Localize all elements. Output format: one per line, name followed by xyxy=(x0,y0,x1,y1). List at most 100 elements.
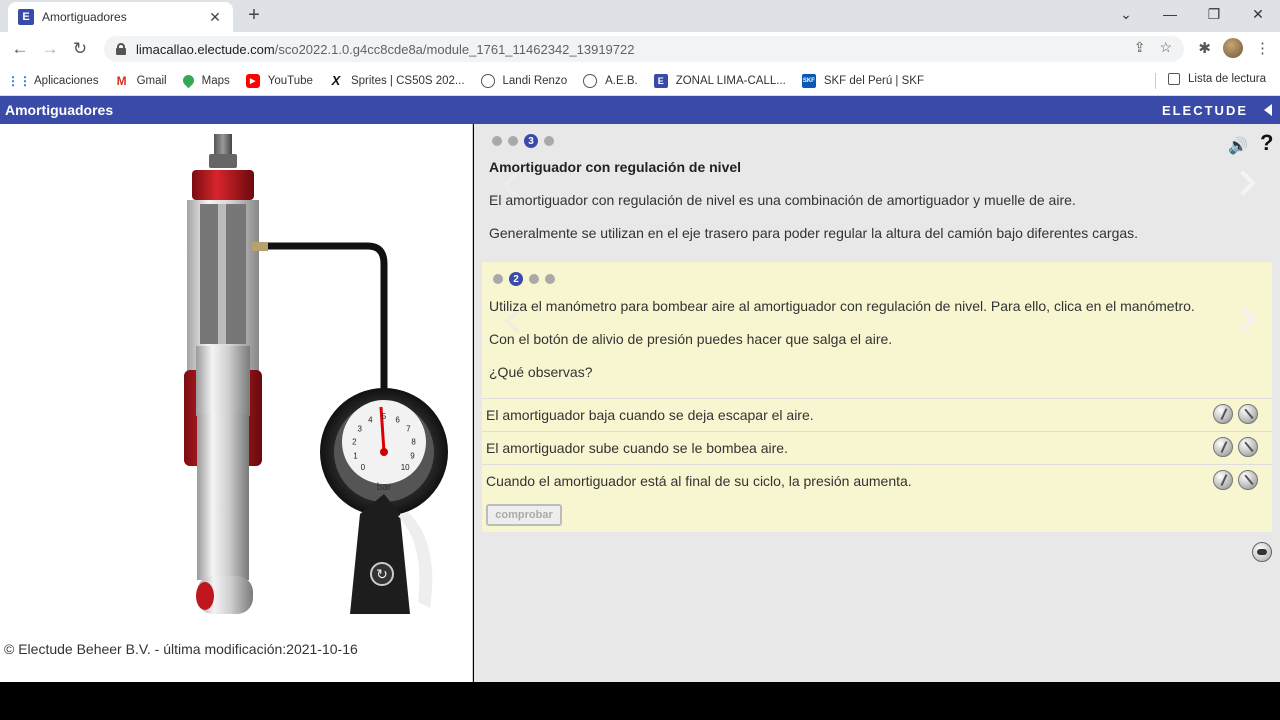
check-button[interactable]: comprobar xyxy=(486,504,562,526)
reading-list-label: Lista de lectura xyxy=(1188,73,1266,85)
answer-option: El amortiguador sube cuando se le bombea… xyxy=(482,431,1272,463)
lock-icon[interactable] xyxy=(116,43,126,55)
page-dot-current[interactable]: 2 xyxy=(509,272,523,286)
page-dot[interactable] xyxy=(545,274,555,284)
gauge-tick-label: 0 xyxy=(361,463,366,472)
lesson-pane: 3 🔊 ? Amortiguador con regulación de niv… xyxy=(474,124,1280,682)
true-choice-icon[interactable] xyxy=(1213,404,1233,424)
bookmark-label: Sprites | CS50S 202... xyxy=(350,74,465,87)
x-logo-icon: X xyxy=(331,73,341,88)
bookmark-label: SKF del Perú | SKF xyxy=(823,74,924,87)
browser-menu-icon[interactable]: ⋮ xyxy=(1255,39,1270,57)
svg-text:↻: ↻ xyxy=(376,567,388,583)
gauge-tick-label: 6 xyxy=(395,415,400,424)
gmail-icon: M xyxy=(116,73,127,88)
close-tab-icon[interactable]: ✕ xyxy=(207,9,223,26)
page-dot[interactable] xyxy=(493,274,503,284)
bookmark-label: Landi Renzo xyxy=(502,74,568,87)
address-bar[interactable]: limacallao.electude.com/sco2022.1.0.g4cc… xyxy=(104,36,1184,62)
page-dot[interactable] xyxy=(529,274,539,284)
bookmark-sprites[interactable]: X Sprites | CS50S 202... xyxy=(329,73,465,88)
reload-button[interactable]: ↻ xyxy=(69,39,91,59)
window-controls: ⌄ — ❐ ✕ xyxy=(1104,0,1280,30)
electude-favicon-icon: E xyxy=(18,9,34,25)
browser-tabstrip: E Amortiguadores ✕ + ⌄ — ❐ ✕ xyxy=(0,0,1280,32)
speaker-icon[interactable]: 🔊 xyxy=(1228,136,1248,156)
bookmark-label: Aplicaciones xyxy=(34,74,99,87)
close-window-button[interactable]: ✕ xyxy=(1236,0,1280,30)
shock-absorber-simulation: ↻ bar 01 234 5 678 910 xyxy=(184,134,448,614)
gauge-tick-label: 9 xyxy=(410,451,415,460)
tab-title: Amortiguadores xyxy=(42,10,127,24)
pressure-gauge[interactable]: ↻ xyxy=(320,388,448,614)
restore-button[interactable]: ❐ xyxy=(1192,0,1236,30)
bookmark-label: Maps xyxy=(201,74,230,87)
browser-tab[interactable]: E Amortiguadores ✕ xyxy=(8,2,233,32)
gauge-tick-label: 1 xyxy=(353,451,358,460)
profile-avatar[interactable] xyxy=(1223,38,1243,58)
page-dot[interactable] xyxy=(544,136,554,146)
false-choice-icon[interactable] xyxy=(1238,404,1258,424)
bookmark-zonal[interactable]: E ZONAL LIMA-CALL... xyxy=(653,73,786,88)
task-instruction: Con el botón de alivio de presión puedes… xyxy=(489,331,893,347)
task-pagination: 2 xyxy=(493,272,555,286)
gauge-unit-label: bar xyxy=(377,482,392,493)
true-choice-icon[interactable] xyxy=(1213,437,1233,457)
copyright-footer: © Electude Beheer B.V. - última modifica… xyxy=(4,641,358,657)
page-title: Amortiguadores xyxy=(5,102,114,118)
false-choice-icon[interactable] xyxy=(1238,437,1258,457)
bookmark-landi-renzo[interactable]: Landi Renzo xyxy=(480,73,568,88)
bookmark-gmail[interactable]: M Gmail xyxy=(115,74,167,88)
gauge-tick-label: 7 xyxy=(406,424,411,433)
answer-text: El amortiguador baja cuando se deja esca… xyxy=(486,407,814,423)
tab-search-icon[interactable]: ⌄ xyxy=(1104,0,1148,30)
page-dot[interactable] xyxy=(508,136,518,146)
collapse-arrow-icon[interactable] xyxy=(1264,104,1272,116)
gauge-tick-label: 10 xyxy=(401,463,410,472)
app-header: Amortiguadores ELECTUDE xyxy=(0,96,1280,124)
new-tab-button[interactable]: + xyxy=(243,4,265,26)
bookmark-label: ZONAL LIMA-CALL... xyxy=(675,74,786,87)
bookmark-label: Gmail xyxy=(136,74,167,87)
bookmark-label: A.E.B. xyxy=(605,74,638,87)
globe-icon xyxy=(480,73,495,88)
bookmark-maps[interactable]: Maps xyxy=(180,72,230,89)
answer-option: El amortiguador baja cuando se deja esca… xyxy=(482,398,1272,430)
section-title: Amortiguador con regulación de nivel xyxy=(489,159,742,175)
electude-favicon-icon: E xyxy=(653,73,668,88)
minimize-button[interactable]: — xyxy=(1148,0,1192,30)
reading-list-button[interactable]: Lista de lectura xyxy=(1168,73,1266,85)
globe-icon xyxy=(583,73,598,88)
extensions-icon[interactable]: ✱ xyxy=(1198,39,1211,57)
forward-button[interactable]: → xyxy=(39,39,61,59)
task-question: ¿Qué observas? xyxy=(489,364,593,380)
bookmark-youtube[interactable]: ▶ YouTube xyxy=(245,73,313,88)
bookmark-skf[interactable]: SKF SKF del Perú | SKF xyxy=(801,73,924,88)
bookmark-aeb[interactable]: A.E.B. xyxy=(583,73,638,88)
task-instruction: Utiliza el manómetro para bombear aire a… xyxy=(489,298,1195,314)
gauge-tick-label: 5 xyxy=(382,412,387,421)
url-host: limacallao.electude.com xyxy=(136,41,275,57)
page-dot-current[interactable]: 3 xyxy=(524,134,538,148)
bookmark-apps[interactable]: ⋮⋮ Aplicaciones xyxy=(7,74,99,88)
air-hose xyxy=(262,242,388,394)
share-icon[interactable]: ⇪ xyxy=(1134,39,1146,56)
answer-text: Cuando el amortiguador está al final de … xyxy=(486,473,912,489)
gauge-tick-label: 4 xyxy=(368,415,373,424)
task-next-arrow-icon[interactable] xyxy=(1230,306,1256,332)
task-panel: 2 Utiliza el manómetro para bombear aire… xyxy=(482,262,1272,532)
back-button[interactable]: ← xyxy=(9,39,31,59)
shock-absorber xyxy=(184,134,262,614)
true-choice-icon[interactable] xyxy=(1213,470,1233,490)
info-paragraph: El amortiguador con regulación de nivel … xyxy=(489,192,1076,208)
false-choice-icon[interactable] xyxy=(1238,470,1258,490)
gauge-tick-label: 8 xyxy=(411,437,416,446)
next-arrow-icon[interactable] xyxy=(1230,170,1256,196)
bookmarks-separator xyxy=(1155,73,1156,89)
feedback-chat-icon[interactable] xyxy=(1252,542,1272,562)
bookmark-star-icon[interactable]: ☆ xyxy=(1159,39,1172,56)
answer-option: Cuando el amortiguador está al final de … xyxy=(482,464,1272,496)
page-dot[interactable] xyxy=(492,136,502,146)
help-icon[interactable]: ? xyxy=(1260,130,1273,156)
simulation-pane: ↻ bar 0 1 2 3 4 5 6 7 8 9 10 © Electude Beheer B.V… xyxy=(0,124,473,682)
